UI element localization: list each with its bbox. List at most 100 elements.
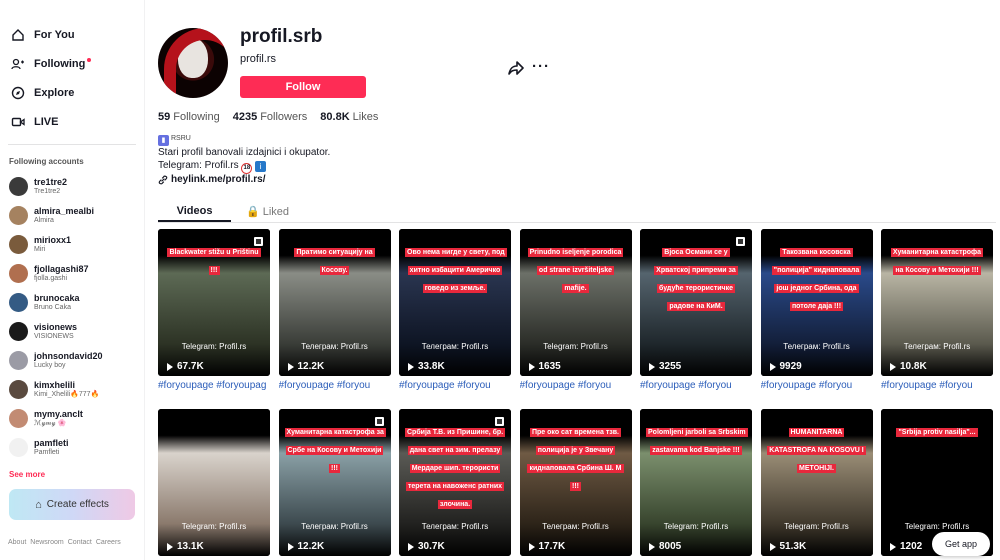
view-count: 17.7K (529, 541, 566, 552)
bio-link[interactable]: heylink.me/profil.rs/ (158, 174, 265, 185)
view-count: 12.2K (288, 541, 325, 552)
video-hashtags[interactable]: #foryoupage #foryou (881, 380, 993, 391)
view-count: 67.7K (167, 361, 204, 372)
video-card[interactable]: Polomljeni jarboli sa Srbskim zastavama … (640, 409, 752, 556)
nav-item-label: Explore (34, 86, 75, 99)
avatar (9, 235, 28, 254)
footer-link[interactable]: Newsroom (30, 539, 63, 546)
video-telegram-tag: Телеграм: Profil.rs (542, 522, 609, 531)
account-name: Pamfleti (34, 448, 60, 456)
profile-display-name: profil.rs (240, 53, 277, 65)
following-count[interactable]: 59 Following (158, 111, 220, 123)
video-telegram-tag: Telegram: Profil.rs (663, 522, 729, 531)
following-account-item[interactable]: pamfleti Pamfleti (0, 433, 144, 462)
nav-item-explore[interactable]: Explore (10, 78, 144, 107)
account-name: VISIONEWS (34, 332, 74, 340)
footer-link[interactable]: Contact (68, 539, 92, 546)
nav-item-for-you[interactable]: For You (10, 20, 144, 49)
see-more-link[interactable]: See more (0, 462, 144, 479)
get-app-button[interactable]: Get app (932, 532, 990, 556)
view-count: 51.3K (770, 541, 807, 552)
profile-avatar[interactable] (158, 28, 228, 98)
video-caption: HUMANITARNA KATASTROFA NA KOSOVU I METOH… (767, 428, 866, 473)
video-card[interactable]: Хуманитарна катастрофа за Србе на Косову… (278, 409, 391, 556)
account-name: Kimi_Xhelili🔥777🔥 (34, 390, 100, 398)
video-hashtags[interactable]: #foryoupage #foryoupag (158, 380, 270, 391)
video-card[interactable]: Србија Т.В. из Пришине, бр. дана свет на… (399, 409, 511, 556)
likes-count: 80.8K Likes (320, 111, 379, 123)
following-account-item[interactable]: kimxhelili Kimi_Xhelili🔥777🔥 (0, 375, 144, 404)
followers-count[interactable]: 4235 Followers (233, 111, 308, 123)
video-card[interactable]: Blackwater stižu u Prištinu !!! Telegram:… (158, 229, 270, 376)
video-hashtags[interactable]: #foryoupage #foryou (520, 380, 632, 391)
following-icon (10, 56, 26, 72)
expand-icon (495, 417, 504, 426)
account-username: pamfleti (34, 438, 69, 448)
following-account-item[interactable]: johnsondavid20 Lucky boy (0, 346, 144, 375)
following-account-item[interactable]: fjollagashi87 fjolla.gashi (0, 259, 144, 288)
video-card[interactable]: Ово нема нигде у свету, под хитно избаци… (399, 229, 511, 376)
video-hashtags[interactable]: #foryoupage #foryou (399, 380, 511, 391)
following-account-item[interactable]: brunocaka Bruno Caka (0, 288, 144, 317)
video-card[interactable]: Prinudno iseljenje porodica od strane iz… (519, 229, 632, 376)
footer-link[interactable]: About (8, 539, 26, 546)
avatar (9, 409, 28, 428)
avatar (9, 206, 28, 225)
video-telegram-tag: Telegram: Profil.rs (543, 342, 608, 351)
tab-videos[interactable]: Videos (158, 197, 231, 222)
nav-item-live[interactable]: LIVE (10, 107, 144, 136)
video-hashtags[interactable]: #foryoupage #foryou (279, 380, 391, 391)
following-account-item[interactable]: mymy.anclt ℳ𝓎𝓂𝓎 🌸 (0, 404, 144, 433)
view-count: 30.7K (408, 541, 445, 552)
avatar (9, 293, 28, 312)
sidebar-nav: For You Following Explore LIVE (0, 0, 144, 136)
video-caption: Polomljeni jarboli sa Srbskim zastavama … (646, 428, 748, 455)
following-account-item[interactable]: almira_mealbi Almira (0, 201, 144, 230)
more-options-icon[interactable]: ··· (532, 58, 550, 75)
following-account-item[interactable]: visionews VISIONEWS (0, 317, 144, 346)
video-card[interactable]: Telegram: Profil.rs 13.1K (158, 409, 270, 556)
video-card[interactable]: Вјоса Османи се у Хрватској припреми за … (640, 229, 752, 376)
video-card[interactable]: Пратимо ситуацију на Косову. Телеграм: Pr… (278, 229, 391, 376)
sidebar: For You Following Explore LIVE Following ac… (0, 0, 145, 560)
nav-item-label: Following (34, 57, 86, 70)
expand-icon (254, 237, 263, 246)
bio-tag: RSRU (171, 135, 191, 142)
video-hashtags[interactable]: #foryoupage #foryou (761, 380, 873, 391)
badge-icon: ▮ (158, 135, 169, 146)
avatar (9, 351, 28, 370)
video-hashtags[interactable]: #foryoupage #foryou (640, 380, 752, 391)
view-count: 13.1K (167, 541, 204, 552)
following-account-item[interactable]: tre1tre2 Tre1tre2 (0, 172, 144, 201)
following-account-item[interactable]: mirioxx1 Miri (0, 230, 144, 259)
video-telegram-tag: Телеграм: Profil.rs (421, 522, 489, 531)
avatar (9, 380, 28, 399)
video-card[interactable]: Такозвана косовска "полиција" киднаповал… (760, 229, 873, 376)
video-telegram-tag: Телеграм: Profil.rs (783, 342, 850, 351)
video-card[interactable]: Пре око сат времена тзв. полиција је у З… (519, 409, 632, 556)
following-accounts-title: Following accounts (9, 157, 84, 166)
share-icon[interactable] (508, 60, 524, 76)
profile-username: profil.srb (240, 26, 323, 47)
view-count: 3255 (649, 361, 681, 372)
video-caption: Blackwater stižu u Prištinu !!! (167, 248, 261, 275)
account-name: Lucky boy (34, 361, 66, 369)
tab-liked[interactable]: 🔒 Liked (231, 197, 304, 222)
follow-button[interactable]: Follow (240, 76, 366, 98)
account-username: mirioxx1 (34, 235, 72, 245)
video-telegram-tag: Telegram: Profil.rs (181, 342, 247, 351)
view-count: 10.8K (890, 361, 927, 372)
account-username: visionews (34, 322, 78, 332)
create-effects-button[interactable]: ⌂ Create effects (9, 489, 135, 520)
video-caption: "Srbija protiv nasilja"... (896, 428, 978, 437)
video-card[interactable]: HUMANITARNA KATASTROFA NA KOSOVU I METOH… (760, 409, 873, 556)
nav-item-following[interactable]: Following (10, 49, 144, 78)
footer-link[interactable]: Careers (96, 539, 121, 546)
avatar (9, 322, 28, 341)
expand-icon (736, 237, 745, 246)
video-card[interactable]: Хуманитарна катастрофа на Косову и Метох… (881, 229, 993, 376)
account-name: Tre1tre2 (34, 187, 61, 195)
footer-links: About Newsroom Contact Careers (8, 539, 121, 546)
avatar (9, 177, 28, 196)
video-telegram-tag: Телеграм: Profil.rs (421, 342, 489, 351)
